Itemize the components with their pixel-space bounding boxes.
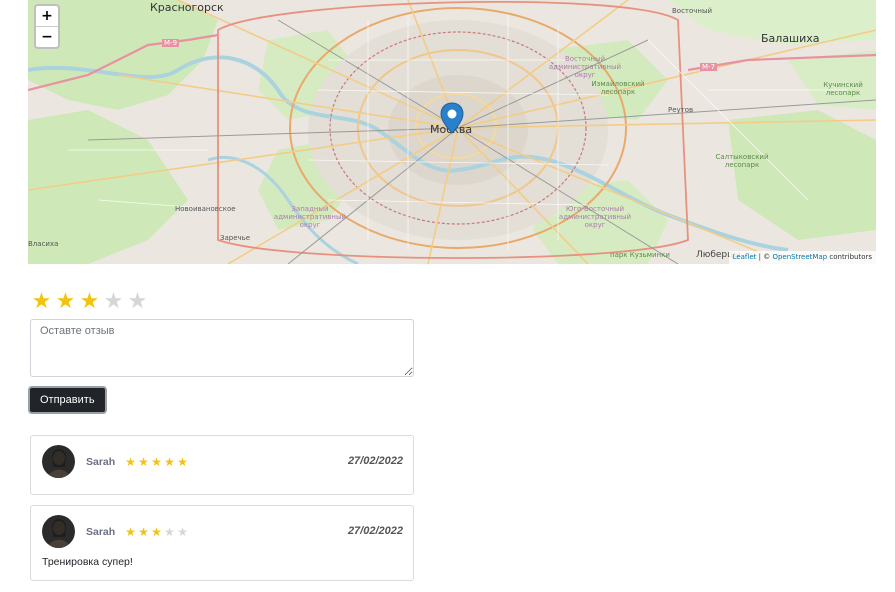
rating-star-icon[interactable]: ★: [126, 290, 149, 314]
review-card: Sarah ★ ★ ★ ★ ★ 27/02/2022: [30, 435, 414, 495]
review-star-icon: ★: [164, 455, 175, 469]
rating-star-icon[interactable]: ★: [30, 290, 53, 314]
zoom-in-button[interactable]: +: [36, 6, 58, 26]
avatar: [42, 445, 75, 478]
review-star-icon: ★: [177, 455, 188, 469]
map-label-balashikha: Балашиха: [761, 32, 820, 45]
rating-star-icon[interactable]: ★: [102, 290, 125, 314]
leaflet-link[interactable]: Leaflet: [733, 253, 757, 261]
review-date: 27/02/2022: [347, 455, 403, 467]
map-label-d-southeast: Юго-Восточный административный округ: [558, 205, 632, 229]
map-label-d-west: Западный административный округ: [273, 205, 347, 229]
review-textarea[interactable]: [30, 319, 414, 377]
attribution-suffix: contributors: [827, 253, 872, 261]
map-marker-icon[interactable]: [440, 102, 464, 139]
zoom-out-button[interactable]: −: [36, 26, 58, 47]
zoom-control: + −: [34, 4, 60, 49]
map-label-kuchino: Кучинский лесопарк: [823, 81, 863, 97]
rating-star-icon[interactable]: ★: [54, 290, 77, 314]
map-label-m9: М-9: [162, 39, 180, 47]
map-label-krasnogorsk: Красногорск: [150, 1, 224, 14]
map-label-saltykovsky: Салтыковский лесопарк: [715, 153, 769, 169]
map-label-vlasikha: Власиха: [28, 240, 59, 248]
review-card: Sarah ★ ★ ★ ★ ★ 27/02/2022 Тренировка супер!: [30, 505, 414, 581]
review-stars: ★ ★ ★ ★ ★: [124, 525, 189, 539]
map-label-m7: М-7: [700, 63, 718, 71]
review-star-icon: ★: [138, 455, 149, 469]
map-label-zarechye: Заречье: [220, 234, 251, 242]
review-star-icon: ★: [151, 455, 162, 469]
review-star-icon: ★: [125, 455, 136, 469]
review-star-icon: ★: [125, 525, 136, 539]
map-label-vostochny: Восточный: [672, 7, 713, 15]
avatar: [42, 515, 75, 548]
osm-link[interactable]: OpenStreetMap: [772, 253, 827, 261]
review-star-icon: ★: [177, 525, 188, 539]
rating-star-icon[interactable]: ★: [78, 290, 101, 314]
map-label-kuzminki: парк Кузьминки: [610, 251, 670, 259]
map-label-novoivankovskoe: Новоивановское: [175, 205, 236, 213]
review-star-icon: ★: [151, 525, 162, 539]
map-label-reutov: Реутов: [668, 106, 694, 114]
review-stars: ★ ★ ★ ★ ★: [124, 455, 189, 469]
review-author: Sarah: [86, 526, 116, 538]
review-text: Тренировка супер!: [42, 556, 133, 568]
map-label-d-east: Восточный административный округ: [548, 55, 622, 79]
review-star-icon: ★: [138, 525, 149, 539]
review-star-icon: ★: [164, 525, 175, 539]
attribution-separator: | ©: [756, 253, 773, 261]
review-author: Sarah: [86, 456, 116, 468]
map-attribution: Leaflet | © OpenStreetMap contributors: [728, 251, 876, 264]
submit-button[interactable]: Отправить: [28, 386, 107, 414]
rating-input[interactable]: ★ ★ ★ ★ ★: [30, 290, 149, 314]
map[interactable]: Красногорск Балашиха Реутов Восточный Но…: [28, 0, 876, 264]
map-label-izmailovsky: Измайловский лесопарк: [591, 80, 645, 96]
review-date: 27/02/2022: [347, 525, 403, 537]
